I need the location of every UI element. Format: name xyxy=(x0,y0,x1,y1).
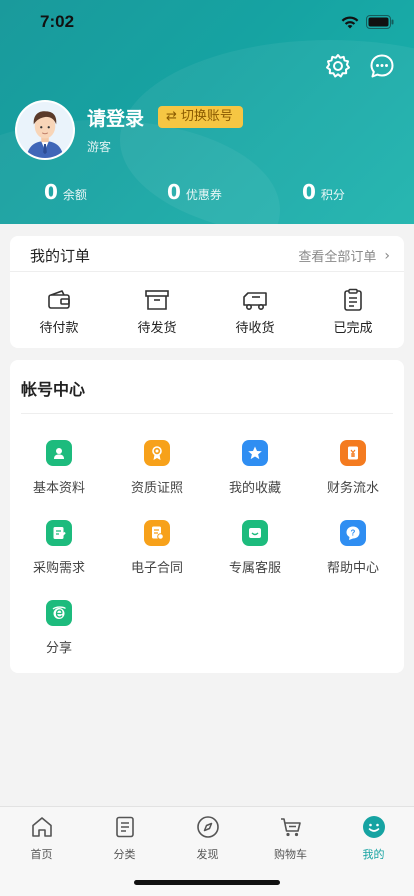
home-indicator xyxy=(134,880,280,885)
profile-icon xyxy=(46,440,72,466)
wifi-icon xyxy=(341,16,359,29)
grid-item-finance[interactable]: 财务流水 xyxy=(304,440,402,496)
order-pending-shipment[interactable]: 待发货 xyxy=(108,288,206,336)
stat-coupons[interactable]: 0 优惠券 xyxy=(167,180,222,204)
stat-value: 0 xyxy=(302,180,316,204)
user-role: 游客 xyxy=(87,140,112,154)
contract-icon xyxy=(144,520,170,546)
account-center-title: 帐号中心 xyxy=(21,380,86,399)
status-time: 7:02 xyxy=(40,12,75,31)
grid-item-label: 专属客服 xyxy=(228,561,281,576)
grid-item-label: 基本资料 xyxy=(32,481,85,496)
grid-item-label: 分享 xyxy=(45,641,72,656)
help-icon: ? xyxy=(340,520,366,546)
order-status-label: 待收货 xyxy=(235,321,275,336)
grid-item-customer-service[interactable]: 专属客服 xyxy=(206,520,304,576)
grid-item-share[interactable]: 分享 xyxy=(10,600,108,656)
compass-icon xyxy=(196,816,219,838)
order-pending-payment[interactable]: 待付款 xyxy=(10,288,108,336)
view-all-label: 查看全部订单 xyxy=(298,250,377,265)
grid-item-label: 财务流水 xyxy=(326,481,379,496)
home-icon xyxy=(31,817,52,837)
grid-item-label: 电子合同 xyxy=(130,561,183,576)
stat-value: 0 xyxy=(167,180,181,204)
account-center-card: 帐号中心 基本资料 资质证照 我的收藏 财务流水 采购需求 电子合同 专属客服 … xyxy=(10,360,404,673)
settings-icon[interactable] xyxy=(324,52,352,80)
certificate-icon xyxy=(144,440,170,466)
tab-label: 购物车 xyxy=(274,848,307,861)
finance-icon xyxy=(340,440,366,466)
star-icon xyxy=(242,440,268,466)
grid-item-label: 我的收藏 xyxy=(228,481,281,496)
divider xyxy=(21,413,393,414)
stat-points[interactable]: 0 积分 xyxy=(302,180,345,204)
orders-title: 我的订单 xyxy=(30,247,91,265)
order-completed[interactable]: 已完成 xyxy=(304,288,402,336)
order-status-label: 已完成 xyxy=(333,321,373,336)
order-pending-receipt[interactable]: 待收货 xyxy=(206,288,304,336)
share-icon xyxy=(46,600,72,626)
tab-category[interactable]: 分类 xyxy=(83,815,166,862)
view-all-orders-link[interactable]: 查看全部订单 › xyxy=(298,246,390,266)
tab-discover[interactable]: 发现 xyxy=(166,815,249,862)
battery-icon xyxy=(366,15,394,29)
grid-item-label: 资质证照 xyxy=(130,481,183,496)
chat-icon xyxy=(242,520,268,546)
stat-label: 积分 xyxy=(320,188,345,202)
tab-label: 我的 xyxy=(362,848,385,861)
switch-account-label: 切换账号 xyxy=(180,109,233,124)
tab-label: 分类 xyxy=(113,848,136,861)
avatar-illustration xyxy=(17,102,73,158)
stats-row: 0 余额 0 优惠券 0 积分 xyxy=(0,180,414,206)
tab-home[interactable]: 首页 xyxy=(0,815,83,862)
grid-item-certificates[interactable]: 资质证照 xyxy=(108,440,206,496)
grid-item-help-center[interactable]: ? 帮助中心 xyxy=(304,520,402,576)
order-status-label: 待发货 xyxy=(137,321,177,336)
box-icon xyxy=(145,290,169,310)
orders-header: 我的订单 查看全部订单 › xyxy=(10,236,404,272)
svg-text:?: ? xyxy=(351,529,356,538)
clipboard-icon xyxy=(344,288,362,311)
grid-item-profile[interactable]: 基本资料 xyxy=(10,440,108,496)
category-icon xyxy=(115,816,134,838)
grid-item-purchase[interactable]: 采购需求 xyxy=(10,520,108,576)
stat-value: 0 xyxy=(44,180,58,204)
chevron-right-icon: › xyxy=(384,247,390,264)
tab-label: 发现 xyxy=(196,848,219,861)
orders-card: 我的订单 查看全部订单 › 待付款 待发货 待收货 已完成 xyxy=(10,236,404,348)
stat-label: 余额 xyxy=(62,188,87,202)
profile-smile-icon xyxy=(362,816,385,838)
grid-item-favorites[interactable]: 我的收藏 xyxy=(206,440,304,496)
stat-balance[interactable]: 0 余额 xyxy=(44,180,87,204)
switch-account-button[interactable]: ⇄ 切换账号 xyxy=(158,106,243,128)
tab-mine[interactable]: 我的 xyxy=(332,815,414,862)
cart-icon xyxy=(280,818,301,837)
switch-arrows-icon: ⇄ xyxy=(166,109,177,124)
grid-item-label: 帮助中心 xyxy=(326,561,379,576)
tab-label: 首页 xyxy=(30,848,53,861)
truck-icon xyxy=(243,292,267,310)
order-status-label: 待付款 xyxy=(39,321,79,336)
login-link[interactable]: 请登录 xyxy=(87,104,144,131)
purchase-icon xyxy=(46,520,72,546)
grid-item-label: 采购需求 xyxy=(32,561,85,576)
wallet-icon xyxy=(48,290,70,309)
avatar[interactable] xyxy=(15,100,75,160)
status-bar: 7:02 xyxy=(0,0,414,44)
grid-item-contracts[interactable]: 电子合同 xyxy=(108,520,206,576)
profile-header: 7:02 请登录 ⇄ 切换账号 游客 0 余额 0 优惠券 0 积分 xyxy=(0,0,414,224)
stat-label: 优惠券 xyxy=(185,188,222,202)
tab-cart[interactable]: 购物车 xyxy=(249,815,332,862)
message-icon[interactable] xyxy=(368,52,396,80)
